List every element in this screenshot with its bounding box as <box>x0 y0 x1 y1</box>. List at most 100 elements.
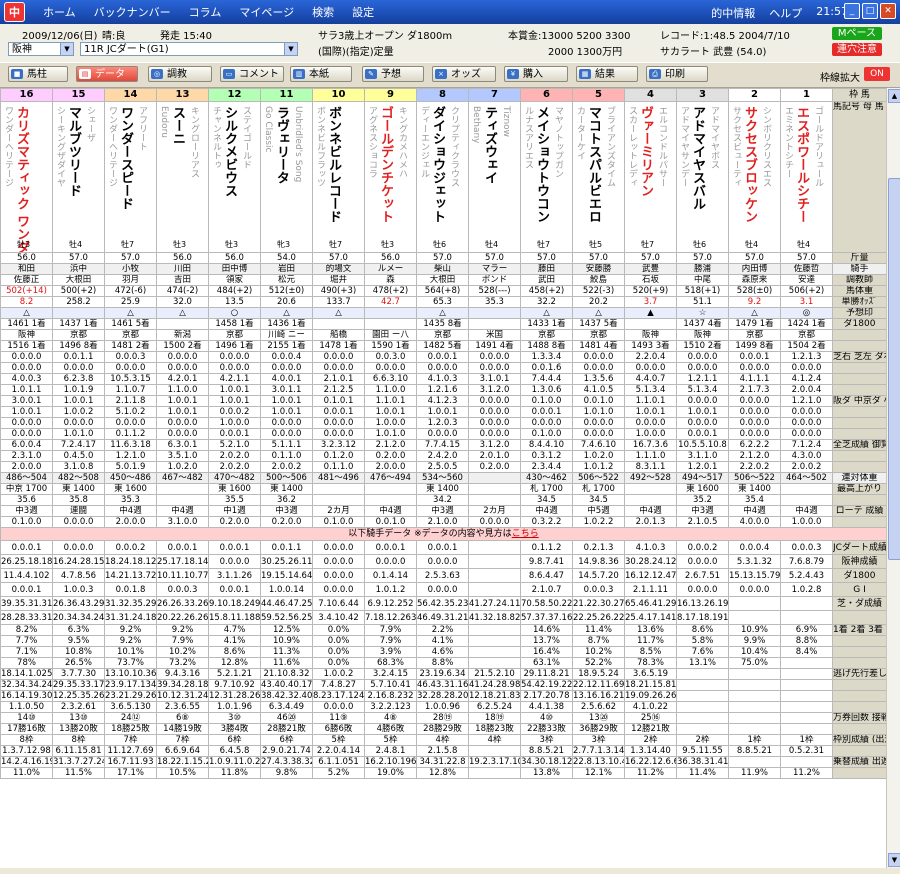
mark-select[interactable]: ◎ <box>780 307 833 319</box>
horse-name[interactable]: ヴァーミリアン <box>638 106 653 197</box>
scroll-thumb[interactable] <box>888 178 900 560</box>
mark-select[interactable]: △ <box>312 307 365 319</box>
horse-name[interactable]: スーニ <box>170 106 185 145</box>
tab-umabashira[interactable]: ■ 馬柱 <box>8 66 68 82</box>
vertical-scrollbar[interactable]: ▲ ▼ <box>886 88 900 868</box>
horse-name-cell[interactable]: Go Classic ラヴェリータ Unbridled's Song 牝3 <box>260 101 313 253</box>
horse-name-cell[interactable]: サクセスビューティ サクセスブロッケン シンボリクリスエス 牡4 <box>728 101 781 253</box>
mark-select[interactable]: △ <box>0 307 53 319</box>
horse-name[interactable]: アドマイヤスバル <box>690 106 705 210</box>
horse-name-cell[interactable]: ワンダーヘリテージ ワンダースピード アフリート 牡7 <box>104 101 157 253</box>
tab-data[interactable]: ▤ データ <box>76 66 138 82</box>
cell: 4.7.8.56 <box>52 568 105 583</box>
horse-name[interactable]: ボンネビルレコード <box>326 106 341 223</box>
zoom-toggle[interactable]: ON <box>864 67 890 81</box>
horse-name[interactable]: エスポワールシチー <box>794 106 809 223</box>
cell: 0.0.0.1 <box>156 540 209 555</box>
mark-select[interactable]: △ <box>260 307 313 319</box>
horse-name[interactable]: マコトスパルビエロ <box>586 106 601 223</box>
horse-name[interactable]: ワンダースピード <box>118 106 133 210</box>
tab-purchase[interactable]: ¥ 購入 <box>504 66 568 82</box>
horse-name-cell[interactable]: アグネスショコラ ゴールデンチケット キングカメハメハ 牡3 <box>364 101 417 253</box>
mark-select[interactable]: △ <box>416 307 469 319</box>
cell: 1516 1着 <box>0 340 53 352</box>
cell: 中3週 <box>0 505 53 517</box>
horse-name[interactable]: メイショウトウコン <box>534 106 549 223</box>
mark-select[interactable]: △ <box>728 307 781 319</box>
menu-help[interactable]: ヘルプ <box>769 5 802 21</box>
cell: 2.0.0.0 <box>0 461 53 473</box>
horse-name-cell[interactable]: Bethany ティズウェイ Tiznow 牡4 <box>468 101 521 253</box>
horse-name[interactable]: ゴールデンチケット <box>378 106 393 223</box>
cell: 13.5 <box>208 296 261 308</box>
menu-hit-info[interactable]: 的中情報 <box>711 5 755 21</box>
menu-mypage[interactable]: マイページ <box>239 4 294 20</box>
m-pace-button[interactable]: Mペース <box>832 27 882 40</box>
menu-search[interactable]: 検索 <box>312 4 334 20</box>
cell: 0.2.0.0 <box>260 516 313 528</box>
horse-name[interactable]: シルクメビウス <box>222 106 237 197</box>
horse-name-cell[interactable]: シーキングザダイヤ マルブツリード シェーザ 牡4 <box>52 101 105 253</box>
mark-select[interactable]: ○ <box>208 307 261 319</box>
horse-name-cell[interactable]: エミネントシチー エスポワールシチー ゴールドアリュール 牡4 <box>780 101 833 253</box>
menu-column[interactable]: コラム <box>189 4 222 20</box>
tab-result[interactable]: ▦ 結果 <box>576 66 638 82</box>
mark-select[interactable]: △ <box>520 307 573 319</box>
cell: 札 1700 <box>572 483 625 495</box>
close-icon[interactable]: ✕ <box>880 3 896 19</box>
mark-select[interactable] <box>364 307 417 319</box>
race-select[interactable]: 11R JCダート(G1) ▼ <box>80 42 298 56</box>
tab-chokyo[interactable]: ◎ 調教 <box>148 66 212 82</box>
horse-name[interactable]: ティズウェイ <box>482 106 497 184</box>
cell: 1481 2着 <box>104 340 157 352</box>
horse-name[interactable]: サクセスブロッケン <box>742 106 757 223</box>
horse-name-cell[interactable]: Eudoru スーニ キングローリアス 牡3 <box>156 101 209 253</box>
horse-name-cell[interactable]: スカーレットレディ ヴァーミリアン エルコンドルパサー 牡7 <box>624 101 677 253</box>
mark-select[interactable]: ▲ <box>624 307 677 319</box>
minimize-icon[interactable]: _ <box>844 3 860 19</box>
tab-print[interactable]: ⎙ 印刷 <box>646 66 708 82</box>
horse-name[interactable]: マルブツリード <box>66 106 81 197</box>
warn-button[interactable]: 連穴注意 <box>832 43 882 56</box>
horse-name-cell[interactable]: ルナスアリエス メイショウトウコン マヤノトップガン 牡7 <box>520 101 573 253</box>
norikae-row: 14.2.4.16.19.431.3.7.27.24.116.7.11.9318… <box>0 756 886 768</box>
horse-name[interactable]: カリズマティック ワンダーアキュート <box>14 106 29 252</box>
cell: 4.0.0.3 <box>0 373 53 385</box>
tab-odds[interactable]: × オッズ <box>432 66 496 82</box>
menu-backnumber[interactable]: バックナンバー <box>94 4 171 20</box>
tab-honshi[interactable]: ▥ 本紙 <box>290 66 352 82</box>
cell: 26.26.33.261 <box>156 596 209 611</box>
cell: 中4週 <box>624 505 677 517</box>
mark-select[interactable] <box>52 307 105 319</box>
mark-select[interactable] <box>468 307 521 319</box>
menu-home[interactable]: ホーム <box>43 4 76 20</box>
horse-name[interactable]: ラヴェリータ <box>274 106 289 184</box>
venue-select[interactable]: 阪神 ▼ <box>8 42 74 56</box>
cell <box>780 596 833 611</box>
mark-select[interactable]: △ <box>572 307 625 319</box>
horse-name-cell[interactable]: ディーエンジェル ダイショウジェット クリプティクラウス 牡6 <box>416 101 469 253</box>
tab-comment[interactable]: ▭ コメント <box>220 66 284 82</box>
horse-name-cell[interactable]: チャンネルトゥ シルクメビウス ステイゴールド 牡3 <box>208 101 261 253</box>
horse-name-cell[interactable]: アドマイヤサンデー アドマイヤスバル アドマイヤボス 牡6 <box>676 101 729 253</box>
total-stat-row: 2.0.0.0 3.1.0.8 5.0.1.9 1.0.2.0 2.0.2.0 2.0.0… <box>0 461 886 473</box>
menu-settings[interactable]: 設定 <box>352 4 374 20</box>
help-link[interactable]: こちら <box>512 529 539 539</box>
horse-name-cell[interactable]: ワンダーヘリテージ カリズマティック ワンダーアキュート 牡3 <box>0 101 53 253</box>
cell <box>780 712 833 724</box>
mark-select[interactable]: △ <box>156 307 209 319</box>
cell: 2.5.6.62 <box>572 701 625 713</box>
cell: 1枠 <box>728 734 781 746</box>
cell: 1.0.0.1 <box>156 395 209 407</box>
horse-name-cell[interactable]: カーターケイ マコトスパルビエロ ブライアンズタイム 牡5 <box>572 101 625 253</box>
mark-select[interactable]: ☆ <box>676 307 729 319</box>
horse-name[interactable]: ダイショウジェット <box>430 106 445 223</box>
cell: 14.2.4.16.19.4 <box>0 756 53 768</box>
cell: 0.0.0.0 <box>572 362 625 374</box>
horse-name-cell[interactable]: ボンネビルフラッツ ボンネビルレコード 牡7 <box>312 101 365 253</box>
row-label: 予想印 <box>832 307 886 319</box>
tab-yoso[interactable]: ✎ 予想 <box>362 66 424 82</box>
cell: 11.5% <box>52 767 105 779</box>
mark-select[interactable]: △ <box>104 307 157 319</box>
maximize-icon[interactable]: □ <box>862 3 878 19</box>
